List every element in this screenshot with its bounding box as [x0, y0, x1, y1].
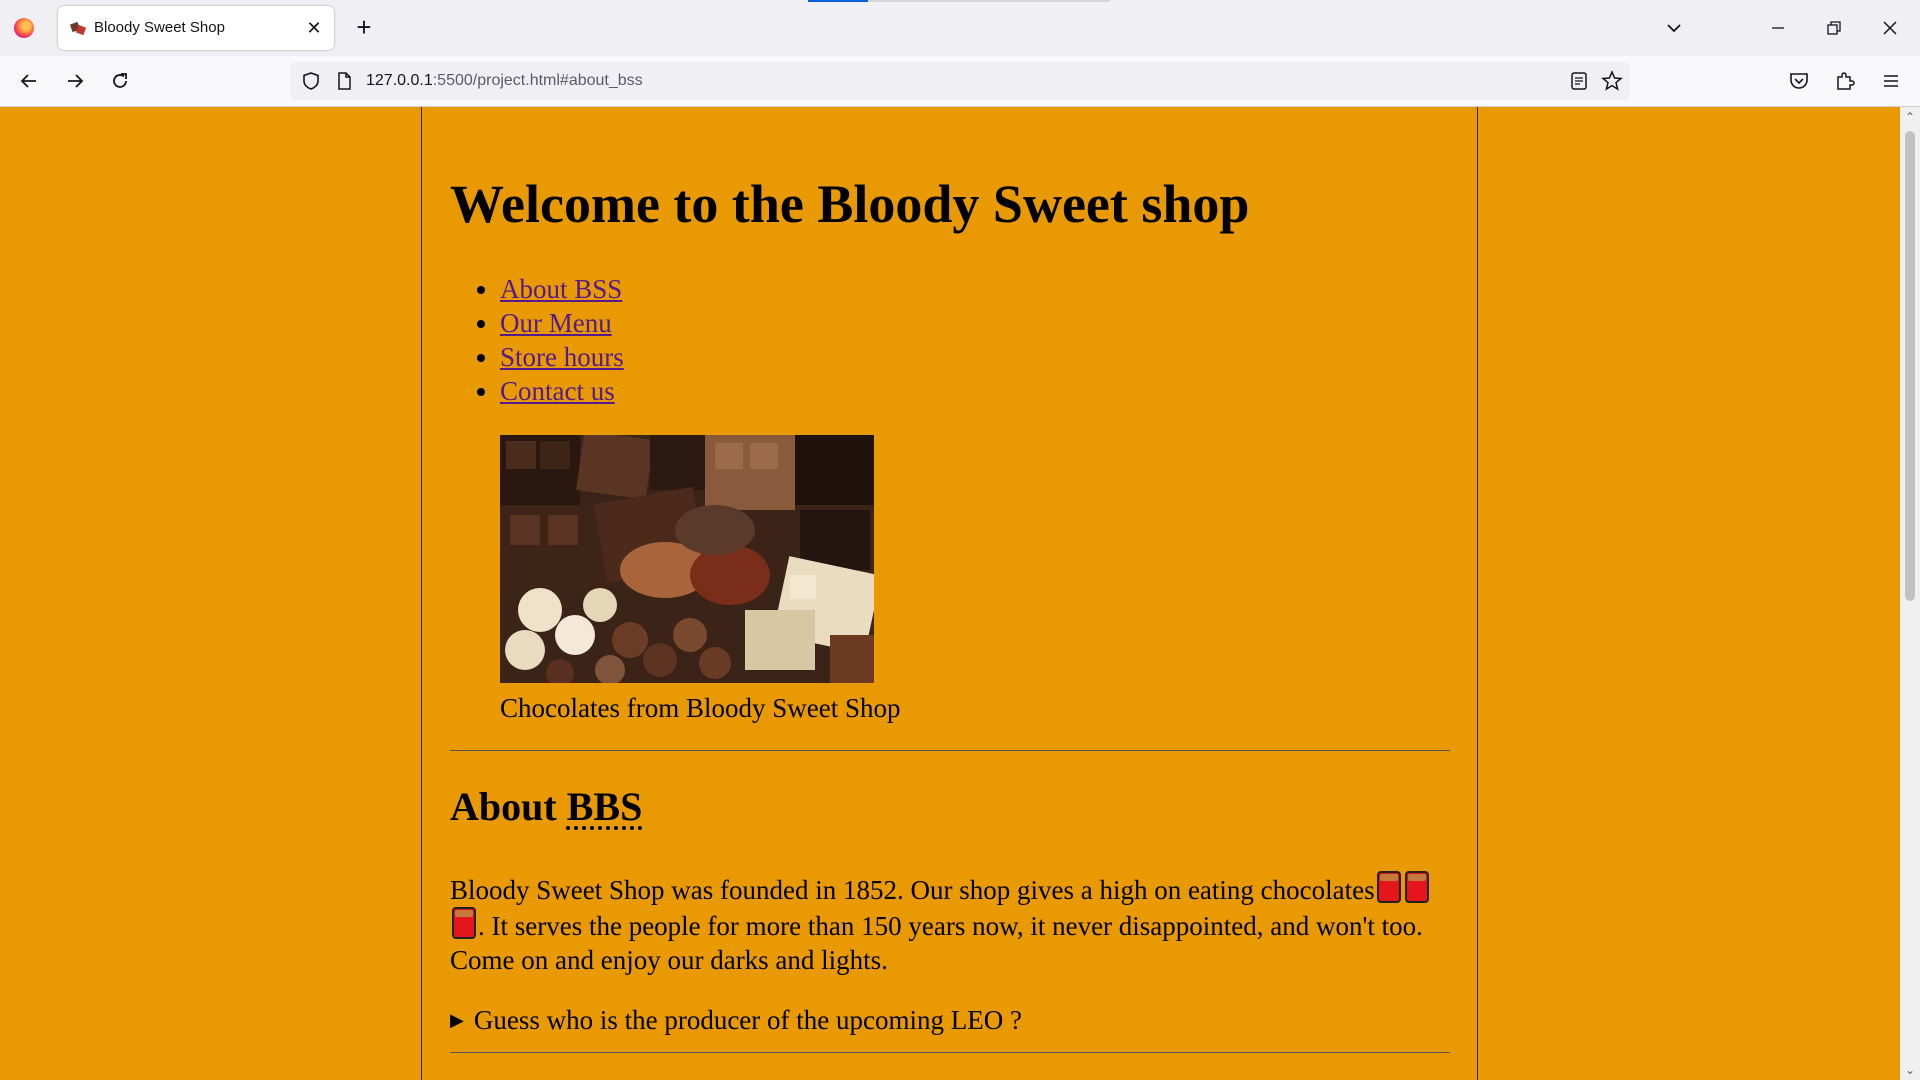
nav-item-menu: Our Menu: [500, 306, 624, 340]
nav-link-about[interactable]: About BSS: [500, 274, 622, 304]
details-summary-text: Guess who is the producer of the upcomin…: [473, 1005, 1022, 1035]
nav-link-menu[interactable]: Our Menu: [500, 308, 612, 338]
nav-item-hours: Store hours: [500, 340, 624, 374]
back-arrow-icon[interactable]: [16, 68, 42, 94]
nav-link-hours[interactable]: Store hours: [500, 342, 624, 372]
vertical-scrollbar[interactable]: ⌃ ⌄: [1900, 107, 1920, 1080]
extensions-icon[interactable]: [1832, 68, 1858, 94]
content-container: Welcome to the Bloody Sweet shop About B…: [421, 107, 1478, 1080]
url-host: 127.0.0.1: [366, 72, 433, 89]
tab-bloody-sweet-shop[interactable]: Bloody Sweet Shop ✕: [58, 6, 334, 50]
about-paragraph: Bloody Sweet Shop was founded in 1852. O…: [450, 871, 1450, 977]
url-text: 127.0.0.1:5500/project.html#about_bss: [366, 72, 643, 90]
nav-item-contact: Contact us: [500, 374, 624, 408]
nav-bar: 127.0.0.1:5500/project.html#about_bss: [0, 56, 1920, 107]
page-viewport: Welcome to the Bloody Sweet shop About B…: [0, 107, 1900, 1080]
chocolate-favicon-icon: [70, 21, 86, 36]
minimize-icon[interactable]: [1764, 14, 1792, 42]
chocolate-bar-icon: [1404, 871, 1429, 903]
about-abbr[interactable]: BBS: [567, 784, 643, 829]
image-caption: Chocolates from Bloody Sweet Shop: [500, 693, 901, 723]
pocket-icon[interactable]: [1786, 68, 1812, 94]
forward-arrow-icon[interactable]: [62, 68, 88, 94]
reader-view-icon[interactable]: [1568, 70, 1590, 92]
page-info-icon[interactable]: [334, 71, 354, 91]
about-text-2: . It serves the people for more than 150…: [450, 911, 1423, 975]
site-nav: About BSS Our Menu Store hours Contact u…: [450, 272, 624, 408]
list-all-tabs-icon[interactable]: [1660, 14, 1688, 42]
chocolates-image: [500, 435, 874, 683]
firefox-icon[interactable]: [14, 18, 34, 38]
scrollbar-thumb[interactable]: [1905, 131, 1915, 601]
tab-title: Bloody Sweet Shop: [94, 19, 225, 36]
nav-link-contact[interactable]: Contact us: [500, 376, 615, 406]
url-path: :5500/project.html#about_bss: [432, 72, 643, 89]
scroll-down-arrow-icon[interactable]: ⌄: [1904, 1064, 1916, 1076]
about-heading-text: About: [450, 784, 567, 829]
url-bar[interactable]: 127.0.0.1:5500/project.html#about_bss: [290, 62, 1630, 100]
scroll-up-arrow-icon[interactable]: ⌃: [1904, 111, 1916, 123]
reload-icon[interactable]: [107, 68, 133, 94]
chocolate-figure: Chocolates from Bloody Sweet Shop: [500, 435, 900, 724]
tab-progress-track: [808, 0, 1110, 2]
close-tab-icon[interactable]: ✕: [302, 16, 326, 40]
details-summary[interactable]: ▶ Guess who is the producer of the upcomi…: [450, 1005, 1022, 1036]
restore-icon[interactable]: [1820, 14, 1848, 42]
divider-2: [450, 1052, 1450, 1053]
close-window-icon[interactable]: [1876, 14, 1904, 42]
about-heading: About BBS: [450, 783, 642, 830]
new-tab-button[interactable]: +: [350, 14, 378, 42]
page-title: Welcome to the Bloody Sweet shop: [450, 174, 1250, 234]
bookmark-star-icon[interactable]: [1600, 69, 1624, 93]
tab-strip: Bloody Sweet Shop ✕ +: [0, 0, 1920, 56]
divider-1: [450, 750, 1450, 751]
chocolate-bar-icon: [1376, 871, 1401, 903]
tracking-shield-icon[interactable]: [300, 70, 322, 92]
disclosure-triangle-icon: ▶: [450, 1010, 464, 1030]
tab-progress-fill: [808, 0, 869, 2]
nav-item-about: About BSS: [500, 272, 624, 306]
chocolate-bar-icon: [452, 907, 476, 939]
about-text-1: Bloody Sweet Shop was founded in 1852. O…: [450, 875, 1375, 905]
app-menu-icon[interactable]: [1878, 68, 1904, 94]
